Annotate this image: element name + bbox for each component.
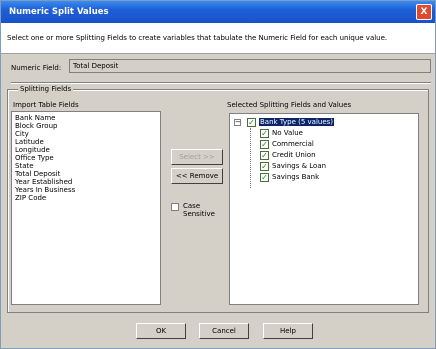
tree-item-label: Savings & Loan	[272, 162, 327, 170]
selected-fields-label: Selected Splitting Fields and Values	[227, 101, 352, 109]
value-checkbox[interactable]: ✓	[260, 129, 269, 138]
tree-item-label: Commercial	[272, 140, 314, 148]
window-title: Numeric Split Values	[9, 7, 109, 17]
close-button[interactable]: X	[416, 4, 432, 20]
case-sensitive-label-line1: Case	[183, 202, 201, 210]
separator	[11, 82, 431, 84]
list-item[interactable]: Total Deposit	[15, 170, 60, 178]
list-item[interactable]: Office Type	[15, 154, 54, 162]
list-item[interactable]: Year Established	[15, 178, 72, 186]
value-checkbox[interactable]: ✓	[260, 151, 269, 160]
case-sensitive-checkbox[interactable]	[171, 203, 179, 211]
dialog-window: Numeric Split Values X Select one or mor…	[0, 0, 436, 349]
description-text: Select one or more Splitting Fields to c…	[7, 34, 388, 42]
tree-connector	[250, 128, 251, 188]
cancel-button[interactable]: Cancel	[199, 323, 249, 339]
remove-button[interactable]: << Remove	[171, 168, 223, 184]
ok-button[interactable]: OK	[136, 323, 186, 339]
splitting-fields-legend: Splitting Fields	[18, 85, 74, 93]
tree-item-label: Credit Union	[272, 151, 316, 159]
tree-root-label[interactable]: Bank Type (5 values)	[259, 118, 335, 126]
tree-item-label: Savings Bank	[272, 173, 320, 181]
select-button[interactable]: Select >>	[171, 149, 223, 165]
collapse-icon[interactable]: −	[234, 119, 241, 126]
list-item[interactable]: State	[15, 162, 34, 170]
bank-type-checkbox[interactable]: ✓	[247, 118, 256, 127]
list-item[interactable]: Longitude	[15, 146, 50, 154]
value-checkbox[interactable]: ✓	[260, 173, 269, 182]
list-item[interactable]: ZIP Code	[15, 194, 46, 202]
selected-fields-tree[interactable]: − ✓ Bank Type (5 values) ✓ No Value ✓ Co…	[229, 113, 419, 305]
description-band: Select one or more Splitting Fields to c…	[1, 23, 435, 54]
title-bar[interactable]: Numeric Split Values X	[1, 1, 435, 23]
list-item[interactable]: City	[15, 130, 29, 138]
list-item[interactable]: Block Group	[15, 122, 57, 130]
list-item[interactable]: Latitude	[15, 138, 44, 146]
import-fields-label: Import Table Fields	[13, 101, 79, 109]
case-sensitive-label-line2: Sensitive	[183, 210, 215, 218]
value-checkbox[interactable]: ✓	[260, 162, 269, 171]
value-checkbox[interactable]: ✓	[260, 140, 269, 149]
numeric-field-value: Total Deposit	[73, 62, 119, 70]
list-item[interactable]: Bank Name	[15, 114, 55, 122]
import-fields-list[interactable]: Bank Name Block Group City Latitude Long…	[11, 111, 161, 305]
numeric-field-box: Total Deposit	[69, 59, 431, 73]
help-button[interactable]: Help	[263, 323, 313, 339]
tree-item-label: No Value	[272, 129, 303, 137]
list-item[interactable]: Years In Business	[15, 186, 75, 194]
numeric-field-label: Numeric Field:	[11, 64, 62, 72]
